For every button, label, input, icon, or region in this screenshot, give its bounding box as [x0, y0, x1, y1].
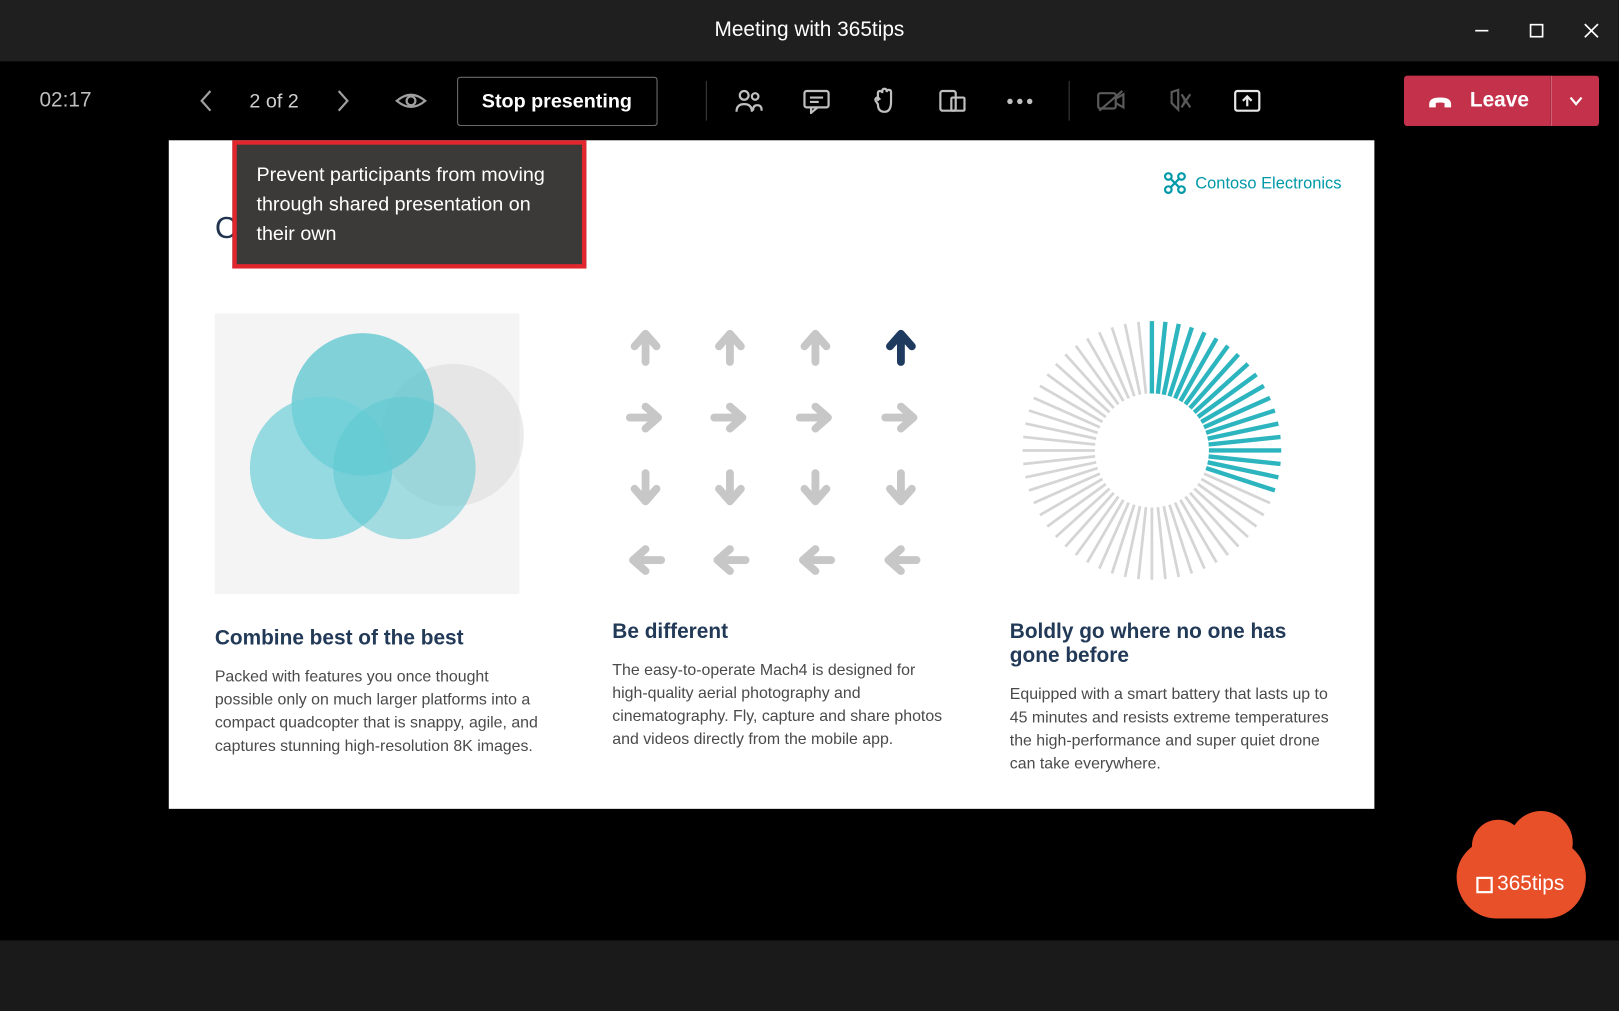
col1-body: Packed with features you once thought po… [215, 666, 547, 758]
private-view-tooltip: Prevent participants from moving through… [232, 140, 586, 268]
rooms-icon[interactable] [937, 85, 968, 116]
mic-muted-icon[interactable] [1164, 85, 1195, 116]
prev-slide-button[interactable] [190, 85, 221, 116]
slide-navigator: 2 of 2 [190, 85, 358, 116]
maximize-button[interactable] [1509, 0, 1564, 61]
leave-button[interactable]: Leave [1404, 76, 1551, 126]
stop-presenting-button[interactable]: Stop presenting [457, 76, 658, 125]
leave-more-button[interactable] [1551, 76, 1599, 126]
share-content-icon[interactable] [1231, 85, 1262, 116]
meeting-window: Meeting with 365tips 02:17 2 of 2 Stop p… [0, 0, 1619, 940]
watermark-label: 365tips [1497, 872, 1564, 896]
tooltip-text: Prevent participants from moving through… [256, 163, 544, 244]
watermark-365tips: 365tips [1457, 837, 1586, 918]
camera-off-icon[interactable] [1096, 85, 1127, 116]
col3-body: Equipped with a smart battery that lasts… [1010, 684, 1342, 776]
private-view-toggle[interactable] [389, 79, 433, 123]
col3-heading: Boldly go where no one has gone before [1010, 620, 1342, 668]
meeting-toolbar: 02:17 2 of 2 Stop presenting Leave [0, 61, 1619, 140]
close-button[interactable] [1564, 0, 1619, 61]
radial-graphic [1010, 313, 1295, 587]
brand-logo: Contoso Electronics [1162, 171, 1341, 195]
slide-column-1: Combine best of the best Packed with fea… [215, 313, 547, 776]
slide-column-3: Boldly go where no one has gone before E… [1010, 313, 1342, 776]
venn-graphic [215, 313, 520, 594]
titlebar: Meeting with 365tips [0, 0, 1619, 61]
leave-label: Leave [1470, 89, 1529, 113]
chat-icon[interactable] [801, 85, 832, 116]
col1-heading: Combine best of the best [215, 627, 547, 651]
col2-body: The easy-to-operate Mach4 is designed fo… [612, 660, 944, 752]
participants-icon[interactable] [733, 85, 764, 116]
meeting-timer: 02:17 [39, 89, 91, 113]
slide-counter: 2 of 2 [243, 89, 306, 112]
leave-button-group: Leave [1404, 76, 1599, 126]
brand-text: Contoso Electronics [1195, 174, 1341, 193]
minimize-button[interactable] [1454, 0, 1509, 61]
office-icon [1476, 876, 1492, 892]
toolbar-separator [1068, 81, 1069, 120]
more-actions-button[interactable] [1005, 85, 1036, 116]
raise-hand-icon[interactable] [869, 85, 900, 116]
window-title: Meeting with 365tips [714, 19, 904, 43]
toolbar-separator [705, 81, 706, 120]
col2-heading: Be different [612, 620, 944, 644]
slide-column-2: Be different The easy-to-operate Mach4 i… [612, 313, 944, 776]
arrows-graphic [612, 313, 944, 587]
next-slide-button[interactable] [327, 85, 358, 116]
